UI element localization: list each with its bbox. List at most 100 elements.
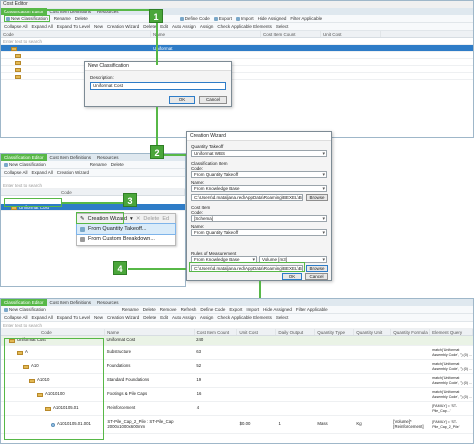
filter-applicable-button[interactable]: Filter Applicable xyxy=(296,307,328,312)
tab-cost-item-definitions[interactable]: Cost Item Definitions xyxy=(47,154,95,161)
classification-name-select[interactable]: From Knowledge Base xyxy=(191,185,327,192)
filter-applicable-button[interactable]: Filter Applicable xyxy=(290,16,322,21)
refresh-button[interactable]: Refresh xyxy=(181,307,197,312)
rename-button[interactable]: Rename xyxy=(122,307,139,312)
select-button[interactable]: Select xyxy=(276,315,289,320)
col-element-query[interactable]: Element Query xyxy=(430,329,473,335)
hide-assigned-button[interactable]: Hide Assigned xyxy=(258,16,287,21)
export-button[interactable]: Export xyxy=(213,16,232,21)
highlight-box xyxy=(189,262,305,272)
knowledge-base-path-field[interactable]: C:\Users\d.mataljana.red\AppData\Roaming… xyxy=(191,194,303,201)
import-button[interactable]: Import xyxy=(246,307,259,312)
cost-code-select[interactable]: [Schema] xyxy=(191,215,327,222)
table-row[interactable]: Uniformat xyxy=(1,45,473,52)
col-code[interactable]: Code xyxy=(1,329,106,335)
tab-resources[interactable]: Resources xyxy=(94,299,122,306)
table-row[interactable] xyxy=(1,73,473,80)
menu-edit[interactable]: Ed xyxy=(162,216,169,222)
collapse-all-button[interactable]: Collapse All xyxy=(4,24,28,29)
cost-name-select[interactable]: From Quantity Takeoff xyxy=(191,229,327,236)
define-code-button[interactable]: Define Code xyxy=(200,307,225,312)
remove-button[interactable]: Remove xyxy=(160,307,177,312)
table-row[interactable] xyxy=(1,52,473,59)
cell-qunit: Kg xyxy=(356,421,362,427)
search-input[interactable]: Enter text to search xyxy=(1,182,151,188)
auto-assign-button[interactable]: Auto Assign xyxy=(172,24,196,29)
check-applicable-button[interactable]: Check Applicable Elements xyxy=(217,315,272,320)
col-quantity-formula[interactable]: Quantity Formula xyxy=(391,329,431,335)
expand-to-level-button[interactable]: Expand To Level xyxy=(57,24,90,29)
check-applicable-button[interactable]: Check Applicable Elements xyxy=(217,24,272,29)
menu-delete[interactable]: Delete xyxy=(143,216,159,222)
new-button[interactable]: New xyxy=(94,24,103,29)
tab-classification-editor[interactable]: Classification Editor xyxy=(1,299,47,306)
search-input[interactable]: Enter text to search xyxy=(1,322,151,328)
col-daily-output[interactable]: Daily Output xyxy=(276,329,316,335)
menu-item-from-custom-breakdown[interactable]: From Custom Breakdown... xyxy=(77,234,175,244)
collapse-all-button[interactable]: Collapse All xyxy=(4,170,28,175)
expand-all-button[interactable]: Expand All xyxy=(32,24,53,29)
quantity-takeoff-select[interactable]: Uniformat WBS xyxy=(191,150,327,157)
quantity-takeoff-icon xyxy=(80,226,85,232)
col-quantity-unit[interactable]: Quantity Unit xyxy=(354,329,392,335)
browse-rules-button[interactable]: Browse xyxy=(306,265,328,272)
new-classification-button[interactable]: New Classification xyxy=(4,15,50,22)
hide-assigned-button[interactable]: Hide Assigned xyxy=(263,307,292,312)
creation-wizard-button[interactable]: Creation Wizard xyxy=(107,24,139,29)
define-code-button[interactable]: Define Code xyxy=(179,16,210,21)
expand-to-level-button[interactable]: Expand To Level xyxy=(57,315,90,320)
step-2-badge: 2 xyxy=(150,145,164,159)
search-row[interactable]: Enter text to search xyxy=(1,322,473,329)
grid-header: Code Name Cost Item Count Unit Cost Dail… xyxy=(1,329,473,336)
rename-button[interactable]: Rename xyxy=(54,16,71,21)
collapse-all-button[interactable]: Collapse All xyxy=(4,315,28,320)
col-cost-item-count[interactable]: Cost Item Count xyxy=(195,329,238,335)
expand-all-button[interactable]: Expand All xyxy=(32,170,53,175)
new-classification-button[interactable]: New Classification xyxy=(4,162,46,167)
tab-classification-editor[interactable]: Classification Editor xyxy=(1,154,47,161)
search-row[interactable]: Enter text to search xyxy=(1,38,473,45)
cancel-button[interactable]: Cancel xyxy=(305,273,328,280)
new-button[interactable]: New xyxy=(94,315,103,320)
delete-button[interactable]: Delete xyxy=(111,162,124,167)
col-name[interactable]: Name xyxy=(151,31,261,37)
edit-button[interactable]: Edit xyxy=(160,24,168,29)
delete-item-button[interactable]: Delete xyxy=(143,24,156,29)
tab-cost-item-definitions[interactable]: Cost Item Definitions xyxy=(47,299,95,306)
import-button[interactable]: Import xyxy=(235,16,254,21)
col-code[interactable]: Code xyxy=(1,189,185,195)
cancel-button[interactable]: Cancel xyxy=(199,96,227,104)
browse-button[interactable]: Browse xyxy=(306,194,328,201)
classification-code-select[interactable]: From Quantity Takeoff xyxy=(191,171,327,178)
creation-wizard-button[interactable]: Creation Wizard xyxy=(57,170,89,175)
col-unit-cost[interactable]: Unit Cost xyxy=(321,31,381,37)
ok-button[interactable]: OK xyxy=(169,96,195,104)
table-row[interactable] xyxy=(1,59,473,66)
creation-wizard-button[interactable]: Creation Wizard xyxy=(107,315,139,320)
expand-all-button[interactable]: Expand All xyxy=(32,315,53,320)
search-input[interactable]: Enter text to search xyxy=(1,38,151,44)
select-button[interactable]: Select xyxy=(276,24,289,29)
menu-item-from-quantity-takeoff[interactable]: From Quantity Takeoff... xyxy=(76,223,176,235)
delete-item-button[interactable]: Delete xyxy=(143,315,156,320)
search-row[interactable]: Enter text to search xyxy=(1,182,185,189)
description-field[interactable]: Uniformat Cost xyxy=(90,82,226,90)
delete-button[interactable]: Delete xyxy=(143,307,156,312)
col-code[interactable]: Code xyxy=(1,31,151,37)
auto-assign-button[interactable]: Auto Assign xyxy=(172,315,196,320)
col-unit-cost[interactable]: Unit Cost xyxy=(237,329,277,335)
delete-button[interactable]: Delete xyxy=(75,16,88,21)
col-quantity-type[interactable]: Quantity Type xyxy=(315,329,355,335)
col-cost-item-count[interactable]: Cost Item Count xyxy=(261,31,321,37)
rename-button[interactable]: Rename xyxy=(90,162,107,167)
table-row[interactable] xyxy=(1,66,473,73)
new-classification-button[interactable]: New Classification xyxy=(4,307,46,312)
assign-button[interactable]: Assign xyxy=(200,24,214,29)
export-button[interactable]: Export xyxy=(229,307,242,312)
ok-button[interactable]: OK xyxy=(282,273,302,280)
col-name[interactable]: Name xyxy=(105,329,195,335)
cell-name: ST-Pile_Cap_2_Pile : ST-Pile_Cap 2000x10… xyxy=(107,418,174,429)
edit-button[interactable]: Edit xyxy=(160,315,168,320)
tab-resources[interactable]: Resources xyxy=(94,154,122,161)
assign-button[interactable]: Assign xyxy=(200,315,214,320)
